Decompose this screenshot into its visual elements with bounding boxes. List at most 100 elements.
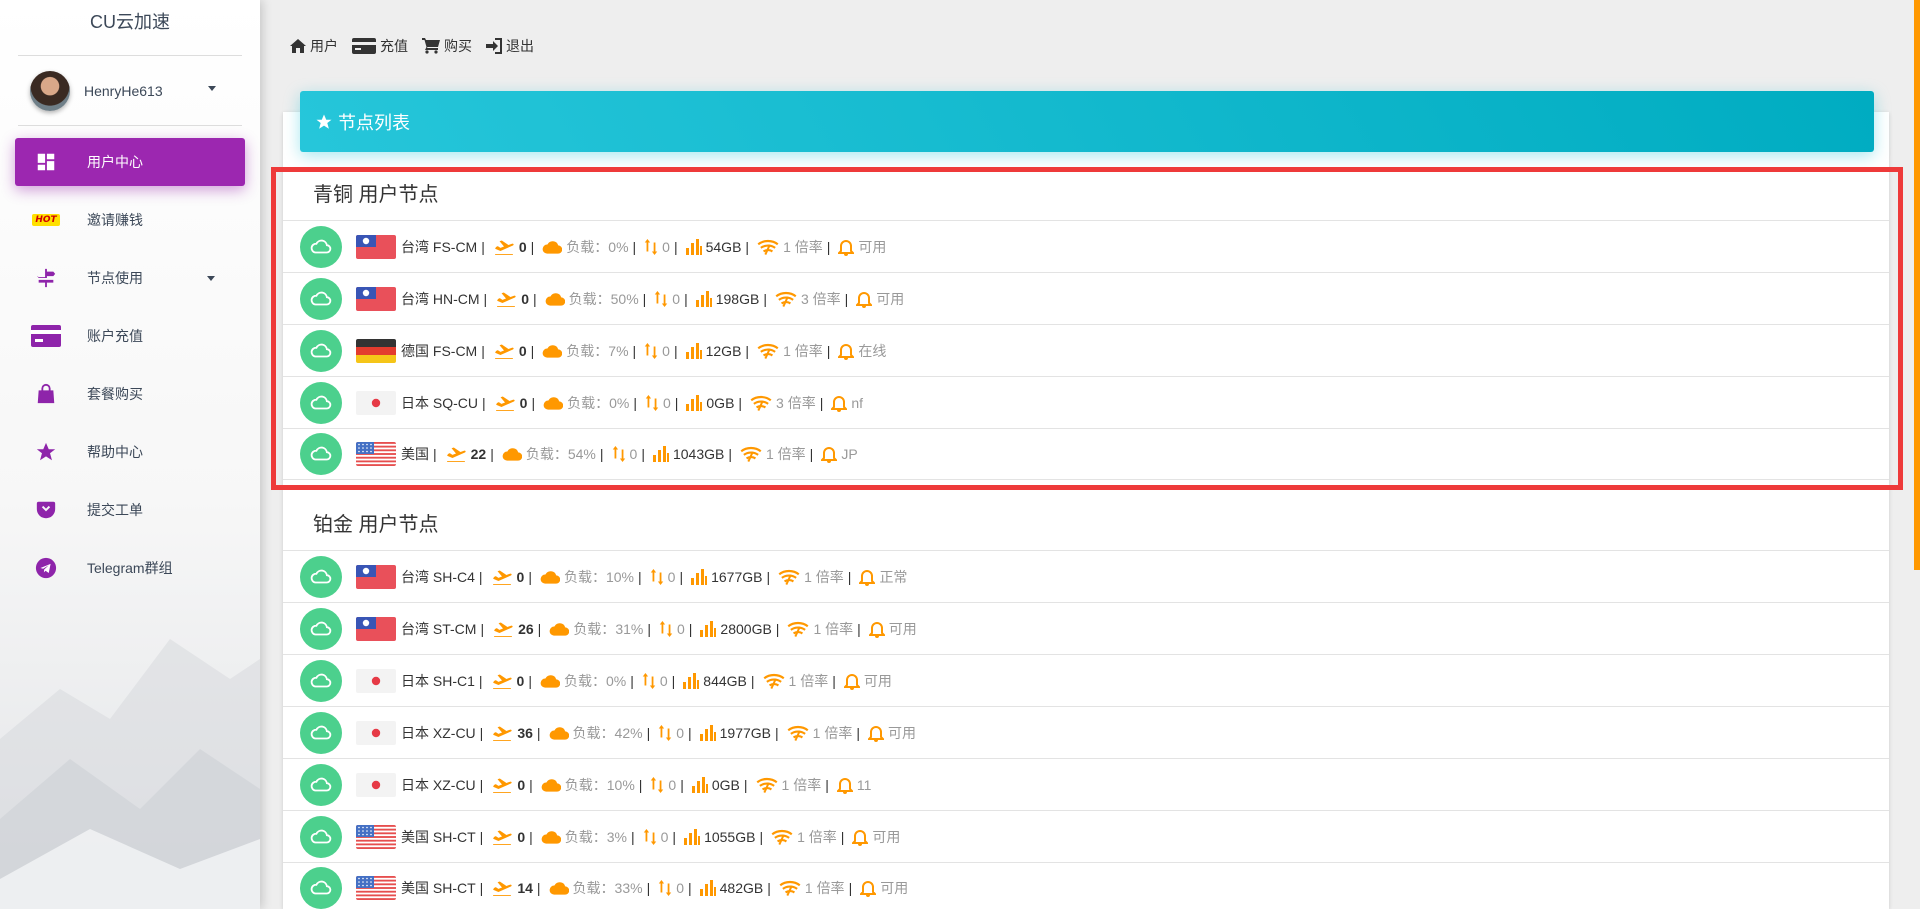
bar-chart-icon — [652, 446, 669, 462]
bell-icon — [856, 290, 873, 308]
sidebar-item-nodes[interactable]: 节点使用 — [15, 254, 245, 302]
bar-chart-icon — [691, 568, 708, 585]
flag-usa-icon — [356, 824, 396, 849]
cloud-status-icon[interactable] — [300, 277, 342, 320]
flag-japan-icon — [356, 720, 396, 745]
scrollbar[interactable] — [1914, 0, 1920, 909]
separator: | — [483, 290, 488, 307]
separator: | — [847, 568, 852, 585]
rate-label: 倍率 — [787, 394, 816, 411]
separator: | — [479, 828, 484, 845]
speed-value: 0 — [676, 724, 684, 741]
node-row[interactable]: 日本 SQ-CU | 0 | 负载： 0% | 0 | 0GB | 3 倍率 | nf — [283, 376, 1889, 428]
credit-card-icon — [352, 38, 376, 54]
node-row[interactable]: 美国 | 22 | 负载： 54% | 0 | 1043GB | 1 倍率 | JP — [283, 428, 1889, 480]
separator: | — [480, 620, 485, 637]
scrollbar-thumb[interactable] — [1914, 0, 1920, 570]
cloud-status-icon[interactable] — [300, 763, 342, 806]
user-profile[interactable]: HenryHe613 — [0, 56, 260, 126]
node-row[interactable]: 日本 SH-C1 | 0 | 负载： 0% | 0 | 844GB | 1 倍率 | 可用 — [283, 654, 1889, 706]
sidebar-item-help[interactable]: 帮助中心 — [15, 428, 245, 476]
cloud-load-icon — [540, 570, 560, 584]
cloud-status-icon[interactable] — [300, 867, 342, 909]
node-status: 可用 — [887, 724, 916, 741]
plane-icon — [491, 673, 513, 689]
node-row[interactable]: 台湾 ST-CM | 26 | 负载： 31% | 0 | 2800GB | 1 倍率 | 可用 — [283, 602, 1889, 654]
bar-chart-icon — [699, 724, 716, 741]
sidebar: CU云加速 HenryHe613 用户中心 HOT 邀请赚钱 节点使用 账户充值… — [0, 0, 260, 909]
bar-chart-icon — [685, 238, 702, 255]
separator: | — [528, 568, 532, 585]
node-row[interactable]: 台湾 FS-CM | 0 | 负载： 0% | 0 | 54GB | 1 倍率 | 可用 — [283, 220, 1889, 272]
online-users: 0 — [517, 776, 526, 793]
rate-value: 1 — [765, 446, 774, 462]
hot-badge-wrap: HOT — [29, 207, 63, 233]
topnav-recharge[interactable]: 充值 — [352, 36, 408, 56]
node-name: 日本 XZ-CU — [401, 724, 476, 741]
cloud-status-icon[interactable] — [300, 711, 342, 754]
updown-arrows-icon — [612, 446, 626, 462]
cloud-status-icon[interactable] — [300, 381, 342, 424]
node-row[interactable]: 台湾 SH-C4 | 0 | 负载： 10% | 0 | 1677GB | 1 倍率 | 正常 — [283, 550, 1889, 602]
load-value: 3% — [606, 828, 627, 845]
topnav-purchase[interactable]: 购买 — [422, 36, 472, 56]
cloud-status-icon[interactable] — [300, 329, 342, 372]
sidebar-nav: 用户中心 HOT 邀请赚钱 节点使用 账户充值 套餐购买 帮助中心 提交工单 T… — [0, 138, 260, 592]
rate-label: 倍率 — [793, 776, 822, 793]
node-row[interactable]: 日本 XZ-CU | 0 | 负载： 10% | 0 | 0GB | 1 倍率 | 11 — [283, 758, 1889, 810]
bell-icon — [843, 672, 860, 690]
separator: | — [745, 238, 750, 255]
star-icon — [316, 114, 332, 129]
node-row[interactable]: 美国 SH-CT | 0 | 负载： 3% | 0 | 1055GB | 1 倍率 | 可用 — [283, 810, 1889, 862]
node-row[interactable]: 台湾 HN-CM | 0 | 负载： 50% | 0 | 198GB | 3 倍率 | 可用 — [283, 272, 1889, 324]
online-users: 0 — [518, 238, 527, 255]
node-row[interactable]: 德国 FS-CM | 0 | 负载： 7% | 0 | 12GB | 1 倍率 | 在线 — [283, 324, 1889, 376]
node-name: 德国 FS-CM — [401, 342, 478, 359]
load-label: 负载： — [573, 620, 616, 637]
cloud-status-icon[interactable] — [300, 555, 342, 598]
separator: | — [647, 620, 651, 637]
sidebar-item-invite[interactable]: HOT 邀请赚钱 — [15, 196, 245, 244]
cloud-status-icon[interactable] — [300, 225, 342, 268]
separator: | — [536, 880, 541, 896]
plane-icon — [493, 343, 515, 359]
node-row[interactable]: 日本 XZ-CU | 36 | 负载： 42% | 0 | 1977GB | 1 倍率 | 可用 — [283, 706, 1889, 758]
separator: | — [479, 880, 484, 896]
separator: | — [537, 620, 542, 637]
sidebar-item-label: 提交工单 — [87, 502, 143, 518]
load-value: 31% — [615, 620, 644, 637]
sidebar-item-label: 帮助中心 — [87, 444, 143, 460]
node-row[interactable]: 美国 SH-CT | 14 | 负载： 33% | 0 | 482GB | 1 倍率 | 可用 — [283, 862, 1889, 909]
separator: | — [529, 776, 533, 793]
sidebar-item-ticket[interactable]: 提交工单 — [15, 486, 245, 534]
brand-title[interactable]: CU云加速 — [0, 0, 260, 56]
cloud-status-icon[interactable] — [300, 659, 342, 702]
separator: | — [478, 672, 483, 689]
sidebar-item-label: 节点使用 — [87, 270, 143, 286]
topnav-logout[interactable]: 退出 — [486, 36, 534, 56]
updown-arrows-icon — [645, 394, 659, 411]
cloud-status-icon[interactable] — [300, 433, 342, 475]
sidebar-item-purchase[interactable]: 套餐购买 — [15, 370, 245, 418]
separator: | — [674, 394, 679, 411]
updown-arrows-icon — [658, 880, 672, 896]
cloud-load-icon — [543, 396, 564, 410]
cloud-status-icon[interactable] — [300, 815, 342, 858]
node-name: 美国 SH-CT — [401, 880, 476, 896]
cloud-status-icon[interactable] — [300, 607, 342, 650]
speed-value: 0 — [668, 776, 677, 793]
cloud-load-icon — [540, 674, 560, 688]
sidebar-item-recharge[interactable]: 账户充值 — [15, 312, 245, 360]
signal-icon — [763, 673, 785, 689]
separator: | — [848, 880, 853, 896]
separator: | — [532, 290, 537, 307]
sidebar-item-user-center[interactable]: 用户中心 — [15, 138, 245, 186]
separator: | — [481, 342, 485, 359]
bar-chart-icon — [683, 672, 700, 689]
signal-icon — [778, 569, 800, 585]
sidebar-item-telegram[interactable]: Telegram群组 — [15, 544, 245, 592]
separator: | — [763, 290, 767, 307]
bell-icon — [838, 238, 855, 256]
hot-badge: HOT — [32, 214, 60, 226]
topnav-user[interactable]: 用户 — [290, 36, 338, 56]
